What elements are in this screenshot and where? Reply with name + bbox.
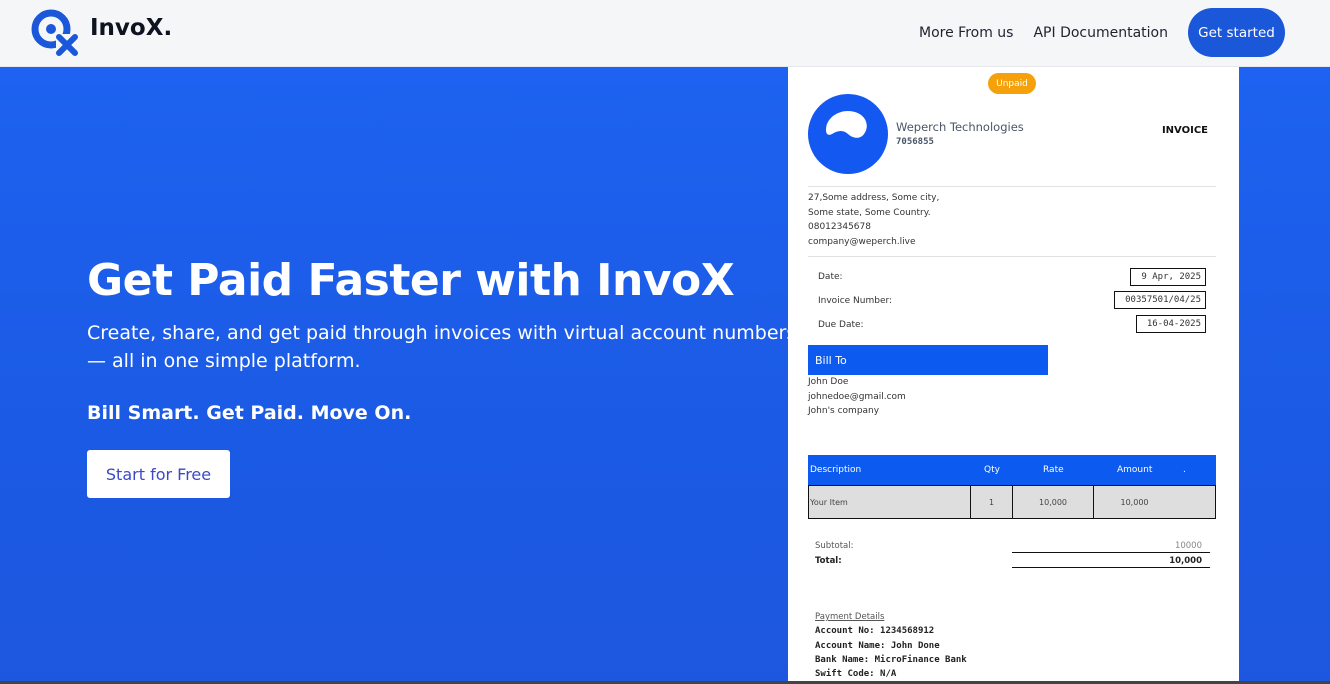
item-rate: 10,000 — [1013, 486, 1094, 518]
nav-link-api-documentation[interactable]: API Documentation — [1033, 25, 1168, 41]
company-address: 27,Some address, Some city, Some state, … — [808, 191, 939, 249]
invoice-number-value: 00357501/04/25 — [1114, 291, 1206, 309]
get-started-button[interactable]: Get started — [1188, 8, 1285, 57]
account-name: Account Name: John Done — [815, 641, 940, 651]
bill-to-name: John Doe — [808, 377, 849, 387]
item-description: Your Item — [809, 486, 971, 518]
bill-to-email: johnedoe@gmail.com — [808, 392, 906, 402]
item-qty: 1 — [971, 486, 1013, 518]
column-header-amount: Amount — [1117, 465, 1153, 475]
account-number: Account No: 1234568912 — [815, 626, 935, 636]
company-phone: 08012345678 — [808, 222, 871, 232]
divider — [1012, 567, 1210, 568]
company-logo-icon — [808, 94, 888, 174]
total-label: Total: — [815, 556, 842, 566]
column-header-rate: Rate — [1043, 465, 1064, 475]
due-date-label: Due Date: — [818, 320, 864, 330]
payment-details-title: Payment Details — [815, 612, 885, 622]
column-header-description: Description — [810, 465, 862, 475]
bill-to-company: John's company — [808, 406, 880, 416]
hero-title: Get Paid Faster with InvoX — [87, 255, 735, 306]
swift-code: Swift Code: N/A — [815, 669, 897, 679]
invox-logo-icon — [30, 8, 80, 58]
company-email: company@weperch.live — [808, 236, 916, 247]
nav-link-more-from-us[interactable]: More From us — [919, 25, 1013, 41]
nav-links: More From us API Documentation Get start… — [919, 8, 1285, 57]
bill-to-header: Bill To — [808, 345, 1048, 375]
hero-subtitle: Create, share, and get paid through invo… — [87, 322, 797, 372]
date-label: Date: — [818, 272, 843, 282]
invoice-preview: Unpaid Weperch Technologies 7056855 INVO… — [788, 67, 1239, 684]
brand-name: InvoX. — [90, 15, 173, 41]
column-header-extra: . — [1183, 465, 1186, 475]
column-header-qty: Qty — [984, 465, 1000, 475]
hero-tagline: Bill Smart. Get Paid. Move On. — [87, 402, 412, 424]
address-line: 27,Some address, Some city, — [808, 193, 940, 203]
table-header: Description Qty Rate Amount . — [808, 455, 1216, 485]
top-navbar: InvoX. More From us API Documentation Ge… — [0, 0, 1330, 67]
company-name: Weperch Technologies — [896, 120, 1024, 134]
subtotal-label: Subtotal: — [815, 541, 854, 551]
total-value: 10,000 — [1169, 556, 1202, 566]
invoice-number-label: Invoice Number: — [818, 296, 893, 306]
subtotal-value: 10000 — [1174, 541, 1202, 551]
due-date-value: 16-04-2025 — [1136, 315, 1206, 333]
date-value: 9 Apr, 2025 — [1130, 268, 1206, 286]
status-badge: Unpaid — [988, 73, 1036, 94]
brand[interactable]: InvoX. — [30, 8, 172, 58]
company-id: 7056855 — [896, 137, 934, 147]
item-amount: 10,000 — [1120, 497, 1149, 507]
start-for-free-button[interactable]: Start for Free — [87, 450, 230, 498]
divider — [1012, 552, 1210, 553]
invoice-heading: INVOICE — [1161, 125, 1208, 136]
divider — [808, 186, 1216, 187]
address-line: Some state, Some Country. — [808, 207, 931, 218]
bank-name: Bank Name: MicroFinance Bank — [815, 655, 967, 665]
table-row: Your Item 1 10,000 10,000 — [808, 485, 1216, 519]
divider — [808, 256, 1216, 257]
